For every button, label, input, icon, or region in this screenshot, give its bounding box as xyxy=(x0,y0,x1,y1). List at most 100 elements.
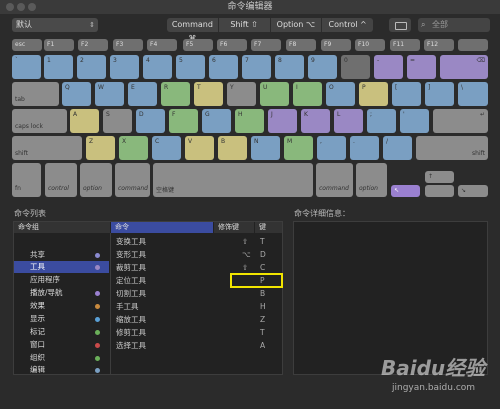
command-column-header[interactable]: 命令 xyxy=(111,222,213,233)
key-f12[interactable]: F12 xyxy=(424,39,454,51)
key-backtick[interactable]: ` xyxy=(12,55,41,79)
key-fn[interactable]: fn xyxy=(12,163,41,197)
modifier-option-button[interactable]: Option ⌥ xyxy=(271,18,323,32)
command-row[interactable]: 缩放工具 Z xyxy=(112,314,282,326)
group-item[interactable]: 编辑 xyxy=(14,364,109,376)
command-row[interactable]: 变换工具 ⇧ T xyxy=(112,236,282,248)
key-f5[interactable]: F5 xyxy=(183,39,213,51)
key-left-command[interactable]: command xyxy=(115,163,150,197)
key-eject[interactable] xyxy=(458,39,488,51)
group-item[interactable]: 窗口 xyxy=(14,339,109,351)
keyboard-view-button[interactable] xyxy=(389,18,411,32)
command-row[interactable]: 变形工具 ⌥ D xyxy=(112,249,282,261)
command-row[interactable]: 修剪工具 T xyxy=(112,327,282,339)
key-1[interactable]: 1 xyxy=(44,55,73,79)
group-item[interactable]: 显示 xyxy=(14,313,109,325)
key-slash[interactable]: / xyxy=(383,136,412,160)
key-k[interactable]: K xyxy=(301,109,330,133)
key-return[interactable]: ↵ xyxy=(433,109,488,133)
key-t[interactable]: T xyxy=(194,82,223,106)
key-z[interactable]: Z xyxy=(86,136,115,160)
key-tab[interactable]: tab xyxy=(12,82,59,106)
key-right-arrow[interactable]: ↘ xyxy=(458,185,488,197)
key-f4[interactable]: F4 xyxy=(147,39,177,51)
key-a[interactable]: A xyxy=(70,109,99,133)
key-left-arrow[interactable]: ↖ xyxy=(391,185,420,197)
modifier-control-button[interactable]: Control ^ xyxy=(322,18,373,32)
key-7[interactable]: 7 xyxy=(242,55,271,79)
key-left-option[interactable]: option xyxy=(80,163,112,197)
key-d[interactable]: D xyxy=(136,109,165,133)
key-l[interactable]: L xyxy=(334,109,363,133)
key-e[interactable]: E xyxy=(128,82,157,106)
key-y[interactable]: Y xyxy=(227,82,256,106)
key-left-bracket[interactable]: [ xyxy=(392,82,421,106)
key-left-shift[interactable]: shift xyxy=(12,136,82,160)
key-v[interactable]: V xyxy=(185,136,214,160)
close-window-button[interactable] xyxy=(6,3,14,11)
key-m[interactable]: M xyxy=(284,136,313,160)
key-right-bracket[interactable]: ] xyxy=(425,82,454,106)
key-caps-lock[interactable]: caps lock xyxy=(12,109,67,133)
key-f9[interactable]: F9 xyxy=(321,39,351,51)
search-input[interactable]: ⌕ 全部 xyxy=(418,18,490,32)
group-item-selected[interactable]: 工具 xyxy=(14,261,109,273)
key-column-header[interactable]: 键 xyxy=(255,222,282,233)
key-right-command[interactable]: command xyxy=(316,163,353,197)
zoom-window-button[interactable] xyxy=(28,3,36,11)
modifier-command-button[interactable]: Command ⌘ xyxy=(167,18,219,43)
key-f11[interactable]: F11 xyxy=(390,39,420,51)
key-0[interactable]: 0 xyxy=(341,55,370,79)
key-esc[interactable]: esc xyxy=(12,39,42,51)
key-q[interactable]: Q xyxy=(62,82,91,106)
key-f10[interactable]: F10 xyxy=(355,39,385,51)
key-6[interactable]: 6 xyxy=(209,55,238,79)
key-2[interactable]: 2 xyxy=(77,55,106,79)
key-semicolon[interactable]: ; xyxy=(367,109,396,133)
key-space[interactable]: 空格键 xyxy=(153,163,313,197)
key-f7[interactable]: F7 xyxy=(251,39,281,51)
key-i[interactable]: I xyxy=(293,82,322,106)
key-backslash[interactable]: \ xyxy=(458,82,488,106)
key-n[interactable]: N xyxy=(251,136,280,160)
group-item[interactable]: 标记 xyxy=(14,326,109,338)
key-w[interactable]: W xyxy=(95,82,124,106)
key-x[interactable]: X xyxy=(119,136,148,160)
key-9[interactable]: 9 xyxy=(308,55,337,79)
key-f2[interactable]: F2 xyxy=(78,39,108,51)
key-f1[interactable]: F1 xyxy=(44,39,74,51)
key-equals[interactable]: = xyxy=(407,55,436,79)
command-row[interactable]: 手工具 H xyxy=(112,301,282,313)
group-item[interactable]: 应用程序 xyxy=(14,274,109,286)
key-8[interactable]: 8 xyxy=(275,55,304,79)
key-p[interactable]: P xyxy=(359,82,388,106)
key-up-arrow[interactable]: ↑ xyxy=(425,171,454,183)
preset-select[interactable]: 默认 ⇕ xyxy=(12,18,98,32)
group-item[interactable]: 播放/导航 xyxy=(14,287,109,299)
key-delete[interactable]: ⌫ xyxy=(440,55,488,79)
key-f3[interactable]: F3 xyxy=(113,39,143,51)
key-5[interactable]: 5 xyxy=(176,55,205,79)
key-f[interactable]: F xyxy=(169,109,198,133)
key-quote[interactable]: ' xyxy=(400,109,429,133)
key-b[interactable]: B xyxy=(218,136,247,160)
group-item[interactable]: 效果 xyxy=(14,300,109,312)
key-right-option[interactable]: option xyxy=(356,163,387,197)
key-r[interactable]: R xyxy=(161,82,190,106)
key-o[interactable]: O xyxy=(326,82,355,106)
groups-column-header[interactable]: 命令组 xyxy=(14,222,110,233)
key-period[interactable]: . xyxy=(350,136,379,160)
key-comma[interactable]: , xyxy=(317,136,346,160)
command-row[interactable]: 选择工具 A xyxy=(112,340,282,352)
key-down-arrow[interactable] xyxy=(425,185,454,197)
command-row[interactable]: 切割工具 B xyxy=(112,288,282,300)
group-item[interactable]: 组织 xyxy=(14,352,109,364)
key-c[interactable]: C xyxy=(152,136,181,160)
key-g[interactable]: G xyxy=(202,109,231,133)
key-h[interactable]: H xyxy=(235,109,264,133)
modifier-shift-button[interactable]: Shift ⇧ xyxy=(219,18,271,32)
key-3[interactable]: 3 xyxy=(110,55,139,79)
key-u[interactable]: U xyxy=(260,82,289,106)
key-s[interactable]: S xyxy=(103,109,132,133)
key-f6[interactable]: F6 xyxy=(217,39,247,51)
